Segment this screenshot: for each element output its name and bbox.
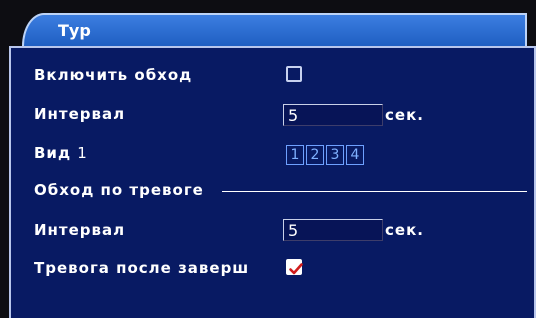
interval-input[interactable]: 5	[283, 104, 383, 126]
view-label: Вид 1	[34, 144, 88, 162]
channel-1-button[interactable]: 1	[286, 145, 304, 165]
title-bar: Тур	[0, 0, 536, 46]
channel-2-button[interactable]: 2	[306, 145, 324, 165]
enable-tour-label: Включить обход	[34, 66, 193, 84]
alarm-interval-input[interactable]: 5	[283, 219, 383, 241]
interval-label: Интервал	[34, 105, 126, 123]
channel-3-button[interactable]: 3	[326, 145, 344, 165]
tour-dialog: Тур Включить обход Интервал 5 сек. Вид 1…	[0, 0, 539, 318]
alarm-after-end-label: Тревога после заверш	[34, 259, 250, 277]
left-border	[0, 46, 9, 318]
alarm-interval-unit: сек.	[385, 221, 424, 239]
view-value: 1	[77, 144, 88, 162]
title-tab	[22, 13, 527, 46]
channel-4-button[interactable]: 4	[346, 145, 364, 165]
checkmark-icon	[289, 263, 303, 275]
dialog-title: Тур	[58, 21, 91, 40]
alarm-section-title: Обход по тревоге	[34, 181, 204, 199]
view-label-text: Вид	[34, 144, 72, 162]
alarm-after-end-checkbox[interactable]	[286, 259, 303, 275]
section-divider	[222, 191, 527, 192]
enable-tour-checkbox[interactable]	[286, 66, 302, 82]
alarm-interval-label: Интервал	[34, 221, 126, 239]
interval-unit: сек.	[385, 106, 424, 124]
